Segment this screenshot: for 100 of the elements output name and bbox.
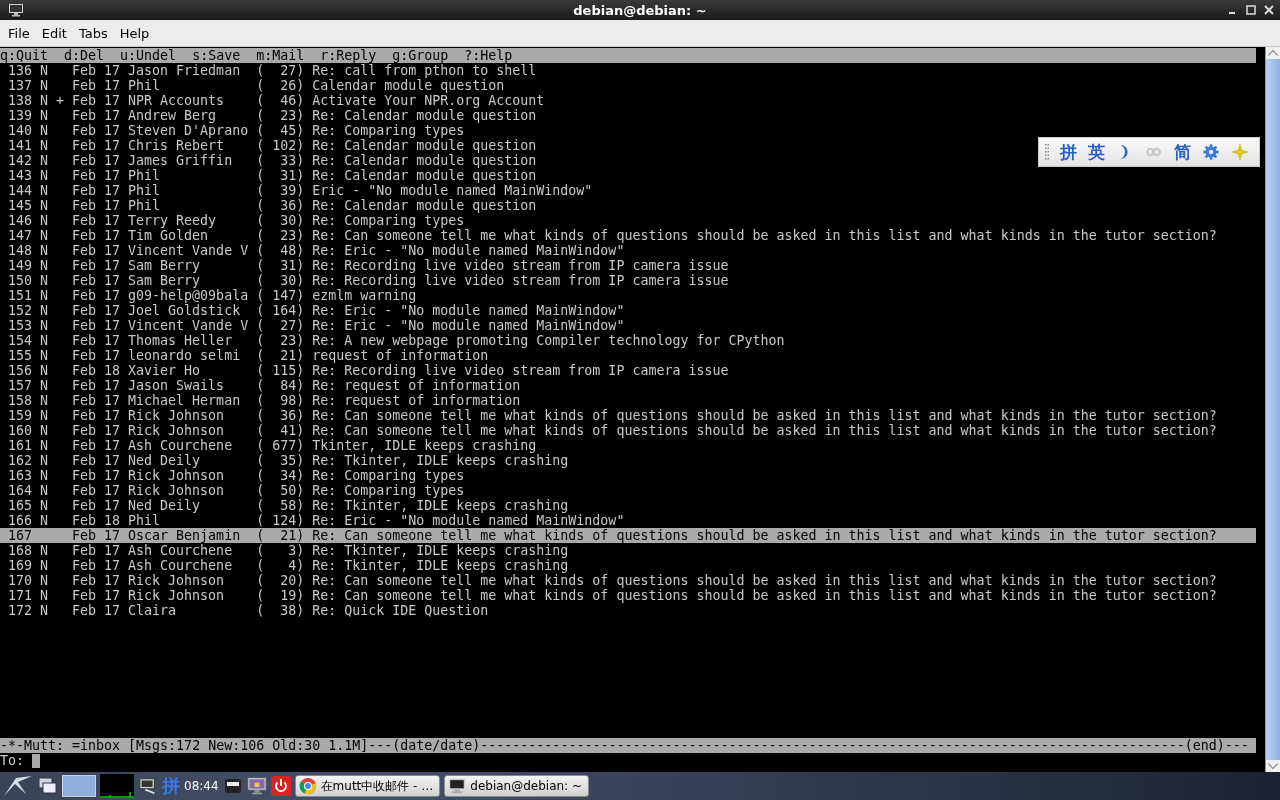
message-flags: N: [40, 153, 50, 168]
message-size: ( 45): [256, 123, 305, 138]
message-number: 138: [7, 93, 32, 108]
message-size: ( 19): [256, 588, 305, 603]
message-size: ( 23): [256, 333, 305, 348]
input-method-button[interactable]: 英: [1088, 142, 1105, 162]
message-number: 152: [7, 303, 32, 318]
message-date: Feb 17: [72, 573, 121, 588]
message-number: 170: [7, 573, 32, 588]
message-flags: N: [40, 273, 50, 288]
message-number: 136: [7, 63, 32, 78]
message-flags: N: [40, 423, 50, 438]
input-method-button[interactable]: 简: [1174, 142, 1191, 162]
menu-item[interactable]: Tabs: [72, 25, 114, 41]
message-number: 139: [7, 108, 32, 123]
message-sender: Ash Courchene: [128, 558, 234, 573]
message-sender: Phil: [128, 168, 162, 183]
message-flags: N: [40, 288, 50, 303]
message-date: Feb 17: [72, 588, 121, 603]
message-sender: Xavier Ho: [128, 363, 202, 378]
window-title: debian@debian: ~: [573, 2, 707, 18]
message-number: 153: [7, 318, 32, 333]
message-number: 161: [7, 438, 32, 453]
message-subject: Re: Comparing types: [312, 483, 465, 498]
message-sender: Claira: [128, 603, 178, 618]
message-sender: NPR Accounts: [128, 93, 226, 108]
message-size: ( 36): [256, 198, 305, 213]
scroll-up-arrow-icon[interactable]: [1266, 47, 1280, 59]
message-date: Feb 17: [72, 183, 121, 198]
taskbar-button[interactable]: debian@debian: ~: [444, 775, 589, 797]
message-date: Feb 17: [72, 453, 121, 468]
message-sender: Michael Herman: [128, 393, 242, 408]
power-icon[interactable]: [270, 776, 291, 796]
message-subject: Re: request of information: [312, 378, 521, 393]
windows-icon[interactable]: [38, 776, 58, 796]
message-number: 151: [7, 288, 32, 303]
menu-item[interactable]: Edit: [35, 25, 73, 41]
message-date: Feb 17: [72, 423, 121, 438]
status-bar: -*-Mutt: =inbox [Msgs:172 New:106 Old:30 1.1M]---(date/date)----------------------------------------------------------------------------------------(end)---: [0, 738, 1256, 753]
highlighted-row[interactable]: 167 Feb 17 Oscar Benjamin ( 21) Re: Can someone tell me what kinds of questions should be asked in this list and what kinds in the tutor section?: [0, 528, 1256, 543]
grip-icon[interactable]: [1045, 144, 1049, 160]
message-size: ( 38): [256, 603, 305, 618]
message-subject: Re: Can someone tell me what kinds of questions should be asked in this list and what kinds in the tutor section?: [312, 228, 1217, 243]
gear-icon[interactable]: [1202, 143, 1220, 161]
lock-screen-icon[interactable]: [246, 776, 267, 796]
message-subject: Re: Calendar module question: [312, 198, 537, 213]
circle-icon: [298, 777, 317, 795]
message-size: ( 46): [256, 93, 305, 108]
message-subject: Re: Eric - "No module named MainWindow": [312, 303, 625, 318]
message-subject: Re: Eric - "No module named MainWindow": [312, 513, 625, 528]
message-subject: request of information: [312, 348, 489, 363]
message-date: Feb 17: [72, 198, 121, 213]
message-subject: Re: Can someone tell me what kinds of questions should be asked in this list and what kinds in the tutor section?: [312, 423, 1217, 438]
message-sender: Rick Johnson: [128, 468, 226, 483]
scroll-down-arrow-icon[interactable]: [1266, 760, 1280, 772]
close-button[interactable]: [1262, 3, 1276, 17]
input-method-button[interactable]: 拼: [1060, 142, 1077, 162]
message-size: ( 4): [256, 558, 305, 573]
message-date: Feb 17: [72, 123, 121, 138]
message-size: ( 677): [256, 438, 305, 453]
message-sender: Phil: [128, 78, 162, 93]
message-date: Feb 17: [72, 93, 121, 108]
message-date: Feb 17: [72, 243, 121, 258]
message-subject: Re: Calendar module question: [312, 108, 537, 123]
message-subject: Re: Tkinter, IDLE keeps crashing: [312, 558, 569, 573]
network-icon[interactable]: [138, 776, 158, 796]
message-size: ( 34): [256, 468, 305, 483]
message-size: ( 147): [256, 288, 305, 303]
message-date: Feb 17: [72, 378, 121, 393]
message-number: 160: [7, 423, 32, 438]
message-number: 156: [7, 363, 32, 378]
message-flags: N: [40, 588, 50, 603]
message-date: Feb 17: [72, 483, 121, 498]
message-sender: Andrew Berg: [128, 108, 218, 123]
message-flags: N: [40, 138, 50, 153]
message-date: Feb 17: [72, 333, 121, 348]
message-date: Feb 17: [72, 213, 121, 228]
message-subject: Re: Tkinter, IDLE keeps crashing: [312, 453, 569, 468]
message-flags: N: [40, 603, 50, 618]
message-date: Feb 17: [72, 273, 121, 288]
message-date: Feb 17: [72, 468, 121, 483]
message-size: ( 164): [256, 303, 305, 318]
menu-item[interactable]: File: [2, 25, 36, 41]
message-flags: N: [40, 378, 50, 393]
maximize-button[interactable]: [1244, 3, 1258, 17]
message-size: ( 124): [256, 513, 305, 528]
message-flags: N: [40, 108, 50, 123]
message-sender: Ned Deily: [128, 498, 202, 513]
message-flags: N: [40, 168, 50, 183]
message-subject: Re: request of information: [312, 393, 521, 408]
message-flags: N: [40, 558, 50, 573]
message-flags: N: [40, 183, 50, 198]
message-flags: N: [40, 243, 50, 258]
taskbar-button[interactable]: 在mutt中收邮件 - …: [294, 775, 441, 797]
menu-item[interactable]: Help: [113, 25, 156, 41]
message-size: ( 102): [256, 138, 305, 153]
message-sender: Rick Johnson: [128, 588, 226, 603]
drive-icon[interactable]: [222, 776, 243, 796]
message-subject: Re: Tkinter, IDLE keeps crashing: [312, 498, 569, 513]
message-size: ( 115): [256, 363, 305, 378]
